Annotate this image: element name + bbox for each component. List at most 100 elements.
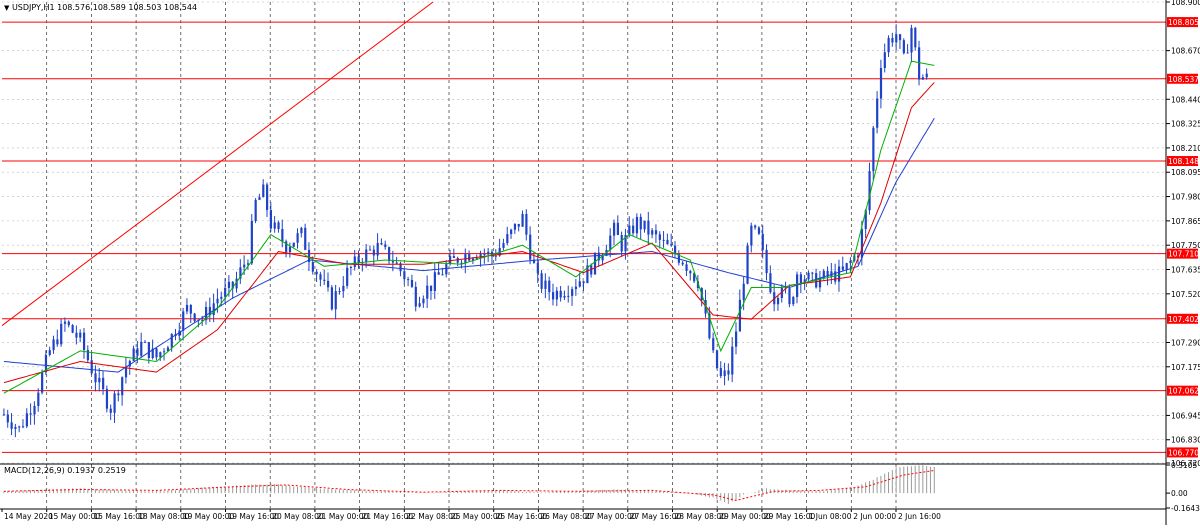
candle-body xyxy=(502,243,505,248)
candle-body xyxy=(529,234,532,260)
candle-body xyxy=(719,368,722,377)
candle-body xyxy=(555,290,558,300)
candle-body xyxy=(578,281,581,287)
level-label: 107.402 xyxy=(1168,315,1199,324)
candle-body xyxy=(799,274,803,284)
candle-body xyxy=(906,52,909,54)
candle-body xyxy=(357,256,360,263)
candle-body xyxy=(323,279,326,281)
candle-body xyxy=(277,222,280,230)
candle-body xyxy=(395,262,398,264)
candle-body xyxy=(918,47,921,80)
candle-body xyxy=(258,197,261,200)
candle-body xyxy=(654,230,658,235)
candle-body xyxy=(330,287,334,310)
y-tick-label: 108.670 xyxy=(1171,47,1200,56)
candle-body xyxy=(102,377,105,390)
candle-body xyxy=(353,256,356,268)
macd-label: MACD(12,26,9) 0.1937 0.2519 xyxy=(4,466,126,475)
candle-body xyxy=(902,40,905,54)
candle-body xyxy=(136,348,139,356)
y-tick-label: 108.210 xyxy=(1171,144,1200,153)
candle-body xyxy=(666,239,669,245)
candle-body xyxy=(193,313,196,321)
candle-body xyxy=(60,323,63,345)
candle-body xyxy=(712,338,715,351)
candle-body xyxy=(71,325,74,333)
candle-body xyxy=(288,246,292,253)
candle-body xyxy=(468,254,471,261)
y-tick-label: 107.635 xyxy=(1171,266,1200,275)
macd-y-tick-label: 0.00 xyxy=(1171,489,1188,498)
candle-body xyxy=(544,280,547,289)
candle-body xyxy=(487,251,490,255)
candle-body xyxy=(510,229,513,235)
candle-body xyxy=(10,422,13,429)
candle-body xyxy=(90,360,93,374)
candle-body xyxy=(18,426,21,428)
candle-body xyxy=(63,321,67,324)
x-tick-label: 2 Jun 16:00 xyxy=(898,512,941,521)
candle-body xyxy=(422,298,425,304)
candle-body xyxy=(346,267,349,286)
candle-body xyxy=(105,389,109,409)
candle-body xyxy=(658,234,661,240)
candle-body xyxy=(571,289,574,296)
candle-body xyxy=(651,230,654,235)
y-tick-label: 108.325 xyxy=(1171,120,1200,129)
candle-body xyxy=(525,213,528,235)
candle-body xyxy=(754,225,757,228)
price-chart-svg: 108.900 108.670 108.440 108.325 108.210 108.0… xyxy=(0,0,1200,525)
candle-body xyxy=(391,261,395,263)
level-label: 108.805 xyxy=(1168,18,1199,27)
candle-body xyxy=(548,280,551,293)
candle-body xyxy=(113,393,116,413)
candle-body xyxy=(21,426,25,428)
candle-body xyxy=(327,280,330,288)
candle-body xyxy=(75,332,78,338)
y-tick-label: 108.440 xyxy=(1171,95,1200,104)
macd-y-tick-label: -0.1643 xyxy=(1171,504,1200,513)
candle-body xyxy=(266,184,269,211)
candle-body xyxy=(879,67,883,99)
x-tick-label: 2 Jun 00:00 xyxy=(853,512,896,521)
candle-body xyxy=(872,127,875,172)
y-tick-label: 107.520 xyxy=(1171,290,1200,299)
candle-body xyxy=(319,274,322,280)
candle-body xyxy=(418,303,421,307)
y-tick-label: 107.175 xyxy=(1171,363,1200,372)
candle-body xyxy=(250,221,253,264)
candle-body xyxy=(185,304,189,312)
candle-body xyxy=(94,373,97,383)
candle-body xyxy=(189,304,192,314)
triangle-down-icon[interactable]: ▼ xyxy=(4,4,9,12)
candle-body xyxy=(735,331,738,347)
candle-body xyxy=(807,272,810,280)
y-tick-label: 107.980 xyxy=(1171,193,1200,202)
candle-body xyxy=(742,283,745,300)
candle-body xyxy=(612,222,616,236)
candle-body xyxy=(715,350,719,369)
candle-body xyxy=(517,223,520,227)
candle-body xyxy=(921,77,925,80)
candle-body xyxy=(628,225,631,235)
candle-body xyxy=(559,290,562,298)
chart-area[interactable]: 108.900 108.670 108.440 108.325 108.210 108.0… xyxy=(0,0,1200,525)
candle-body xyxy=(182,311,185,331)
candle-body xyxy=(216,298,219,304)
candle-body xyxy=(441,274,444,276)
y-tick-label: 106.945 xyxy=(1171,411,1200,420)
candle-body xyxy=(551,292,555,300)
candle-body xyxy=(2,414,6,416)
candle-body xyxy=(731,346,734,375)
candle-body xyxy=(776,298,780,305)
candle-body xyxy=(506,234,509,244)
candle-body xyxy=(643,220,646,230)
candle-body xyxy=(410,279,414,287)
candle-body xyxy=(536,262,539,274)
candle-body xyxy=(227,281,231,288)
candle-body xyxy=(635,216,639,234)
level-label: 108.537 xyxy=(1168,75,1199,84)
candle-body xyxy=(98,377,101,383)
candle-body xyxy=(273,222,276,229)
